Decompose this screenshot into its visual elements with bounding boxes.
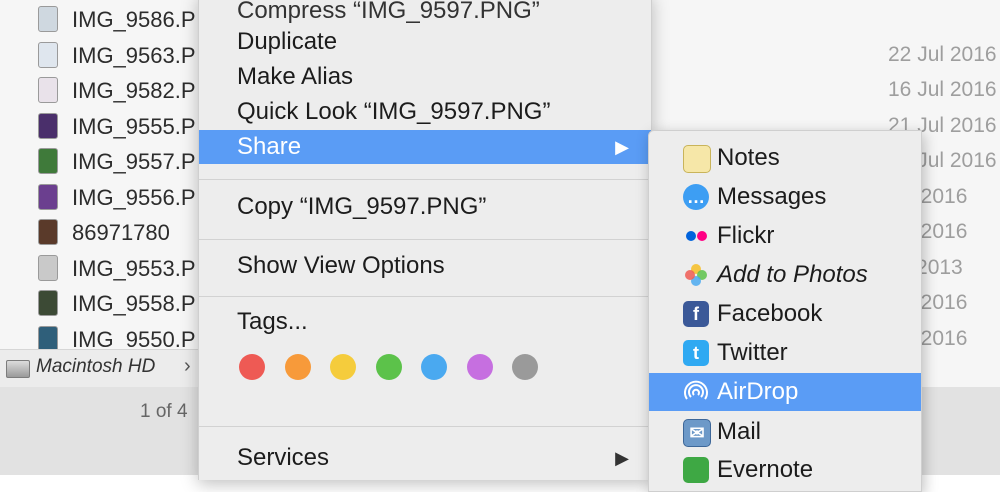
share-item-airdrop[interactable]: AirDrop: [649, 373, 921, 411]
file-name: IMG_9555.P: [72, 113, 196, 139]
share-item-label: Mail: [717, 418, 762, 445]
facebook-icon: f: [683, 301, 709, 327]
menu-item-show-view-options[interactable]: Show View Options: [199, 249, 651, 283]
airdrop-icon: [683, 379, 709, 405]
image-file-icon: [38, 183, 58, 210]
image-file-icon: [38, 6, 58, 32]
share-item-label: Notes: [717, 144, 780, 171]
share-item-evernote[interactable]: Evernote: [649, 451, 921, 489]
hard-drive-icon: [6, 360, 30, 378]
tag-color-dot[interactable]: [421, 354, 447, 380]
share-submenu: Notes … Messages Flickr Add to Photos f …: [648, 130, 922, 492]
tag-color-dot[interactable]: [284, 354, 311, 380]
submenu-arrow-icon: ▶: [615, 137, 629, 157]
image-file-icon: [38, 254, 58, 281]
file-name: IMG_9582.P: [72, 78, 196, 103]
image-file-icon: [38, 112, 58, 139]
image-file-icon: [38, 219, 58, 245]
menu-item-duplicate[interactable]: Duplicate: [199, 25, 651, 59]
menu-item-share-label: Share: [237, 133, 302, 160]
file-name: 86971780: [72, 220, 170, 245]
evernote-icon: [683, 457, 709, 483]
image-file-icon: [38, 77, 58, 103]
menu-item-share[interactable]: Share ▶: [199, 130, 651, 164]
share-item-twitter[interactable]: t Twitter: [649, 334, 921, 372]
share-item-label: Flickr: [717, 222, 775, 249]
menu-item-copy[interactable]: Copy “IMG_9597.PNG”: [199, 190, 651, 224]
share-item-mail[interactable]: ✉ Mail: [649, 413, 921, 451]
context-menu: Compress “IMG_9597.PNG” Duplicate Make A…: [198, 0, 652, 480]
share-item-notes[interactable]: Notes: [649, 139, 921, 177]
file-name: IMG_9556.P: [72, 184, 196, 210]
share-item-facebook[interactable]: f Facebook: [649, 295, 921, 333]
share-item-label: Evernote: [717, 456, 814, 483]
tag-color-dot[interactable]: [330, 354, 356, 380]
file-name: IMG_9586.P: [72, 7, 196, 32]
status-bar-right: [915, 387, 1000, 475]
share-item-label: Twitter: [717, 339, 788, 366]
share-item-label: Facebook: [717, 300, 823, 327]
twitter-icon: t: [683, 340, 709, 366]
share-item-label: Add to Photos: [717, 261, 868, 288]
share-item-add-to-photos[interactable]: Add to Photos: [649, 256, 921, 294]
tag-color-dot[interactable]: [239, 354, 265, 380]
status-text: 1 of 4: [140, 401, 188, 422]
path-bar: Macintosh HD ›: [0, 349, 205, 389]
mail-icon: ✉: [683, 419, 711, 447]
image-file-icon: [38, 148, 58, 174]
messages-icon: …: [683, 184, 709, 210]
path-item-macintosh-hd[interactable]: Macintosh HD: [36, 356, 155, 378]
menu-item-quick-look[interactable]: Quick Look “IMG_9597.PNG”: [199, 95, 651, 129]
photos-icon: [683, 262, 709, 288]
notes-icon: [683, 145, 711, 173]
menu-separator: [199, 296, 651, 297]
menu-item-compress[interactable]: Compress “IMG_9597.PNG”: [199, 0, 651, 28]
file-name: IMG_9553.P: [72, 255, 196, 281]
tag-color-dot[interactable]: [375, 354, 402, 380]
tag-color-dot[interactable]: [466, 354, 493, 380]
submenu-arrow-icon: ▶: [615, 448, 629, 468]
chevron-right-icon: ›: [184, 355, 191, 377]
status-bar: 1 of 4: [0, 387, 205, 475]
menu-item-services-label: Services: [237, 444, 330, 471]
share-item-messages[interactable]: … Messages: [649, 178, 921, 216]
file-name: IMG_9558.P: [72, 291, 196, 316]
file-name: IMG_9563.P: [72, 42, 196, 68]
menu-item-tags[interactable]: Tags...: [199, 305, 651, 339]
menu-separator: [199, 426, 651, 427]
share-item-label: Messages: [717, 183, 827, 210]
file-date: 22 Jul 2016: [888, 42, 997, 66]
menu-item-make-alias[interactable]: Make Alias: [199, 60, 651, 94]
file-date: 16 Jul 2016: [888, 78, 997, 101]
menu-separator: [199, 239, 651, 240]
share-item-label: AirDrop: [717, 378, 799, 405]
tag-color-dot[interactable]: [512, 354, 538, 380]
menu-separator: [199, 179, 651, 180]
image-file-icon: [38, 325, 58, 352]
flickr-icon: [683, 223, 709, 249]
file-name: IMG_9557.P: [72, 149, 196, 174]
image-file-icon: [38, 41, 58, 68]
share-item-flickr[interactable]: Flickr: [649, 217, 921, 255]
image-file-icon: [38, 290, 58, 316]
menu-item-services[interactable]: Services ▶: [199, 441, 651, 475]
